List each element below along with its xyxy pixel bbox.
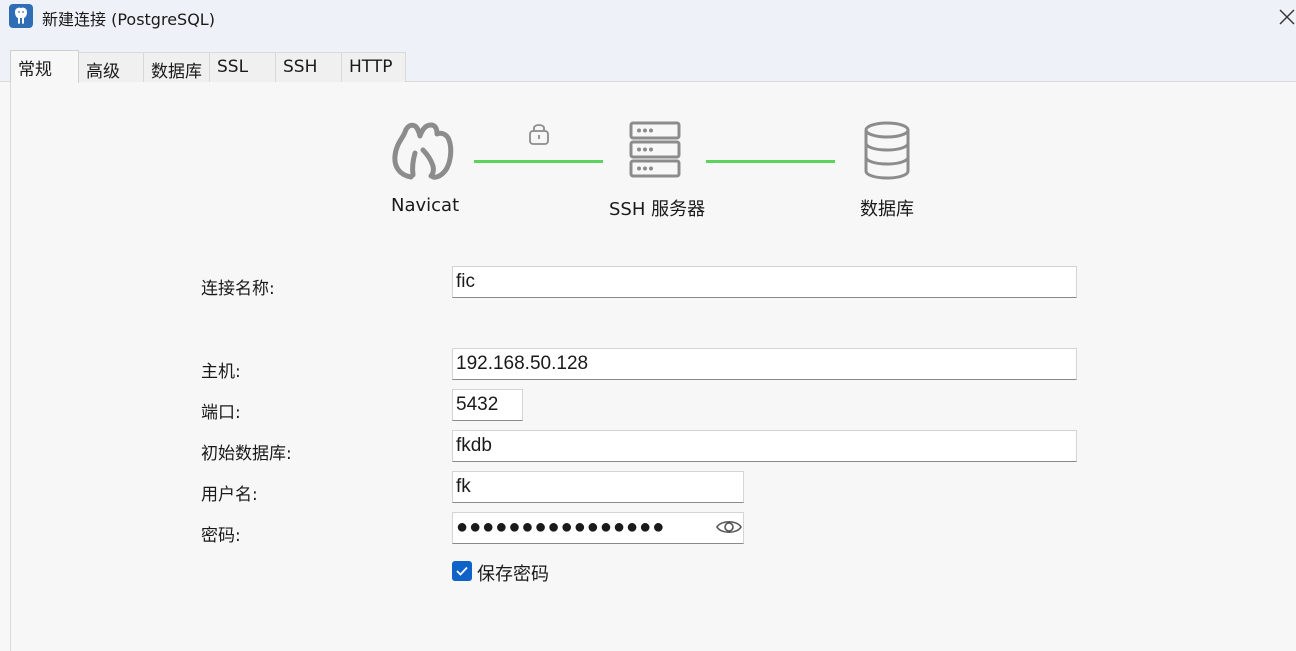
postgresql-elephant-icon [9,4,33,28]
tab-databases[interactable]: 数据库 [143,52,210,82]
navicat-ssh-link [474,160,603,163]
tab-http[interactable]: HTTP [341,52,406,82]
tab-label: 数据库 [151,62,202,82]
ssh-database-link [706,160,835,163]
username-label: 用户名: [201,485,258,505]
navicat-label: Navicat [391,195,460,216]
tab-ssh[interactable]: SSH [275,52,342,82]
username-input[interactable]: fk [452,471,744,503]
tab-label: 高级 [86,62,120,82]
window-title: 新建连接 (PostgreSQL) [42,10,215,29]
ssh-server-label: SSH 服务器 [609,199,706,220]
tab-general[interactable]: 常规 [10,50,79,83]
initial-database-input[interactable]: fkdb [452,430,1077,462]
database-label: 数据库 [860,199,914,220]
host-value: 192.168.50.128 [456,353,589,374]
password-label: 密码: [201,526,241,546]
save-password-label: 保存密码 [477,564,549,585]
tab-ssl[interactable]: SSL [209,52,276,82]
tab-label: SSH [283,57,318,77]
tab-label: HTTP [349,57,393,77]
password-value: ●●●●●●●●●●●●●●●● [456,516,666,538]
initial-database-label: 初始数据库: [201,444,292,464]
username-value: fk [456,476,471,497]
password-input[interactable]: ●●●●●●●●●●●●●●●● [452,512,744,544]
port-value: 5432 [456,394,499,415]
eye-icon[interactable] [716,516,742,538]
host-input[interactable]: 192.168.50.128 [452,348,1077,380]
tab-label: 常规 [18,60,52,80]
checkmark-icon [456,566,468,576]
database-icon [864,121,910,180]
close-icon[interactable] [1276,4,1296,28]
connection-name-value: fic [456,271,475,292]
tab-label: SSL [217,57,249,77]
lock-icon [529,124,549,145]
save-password-checkbox[interactable] [452,561,472,581]
host-label: 主机: [201,362,241,382]
tab-bar: 常规 高级 数据库 SSL SSH HTTP [0,36,1296,83]
port-label: 端口: [201,403,241,423]
server-icon [629,121,681,178]
navicat-logo-icon [392,122,454,180]
tab-advanced[interactable]: 高级 [78,52,144,82]
connection-name-input[interactable]: fic [452,266,1077,298]
title-bar: 新建连接 (PostgreSQL) [0,0,1296,36]
port-input[interactable]: 5432 [452,389,523,421]
initial-database-value: fkdb [456,435,492,456]
connection-name-label: 连接名称: [201,279,275,299]
